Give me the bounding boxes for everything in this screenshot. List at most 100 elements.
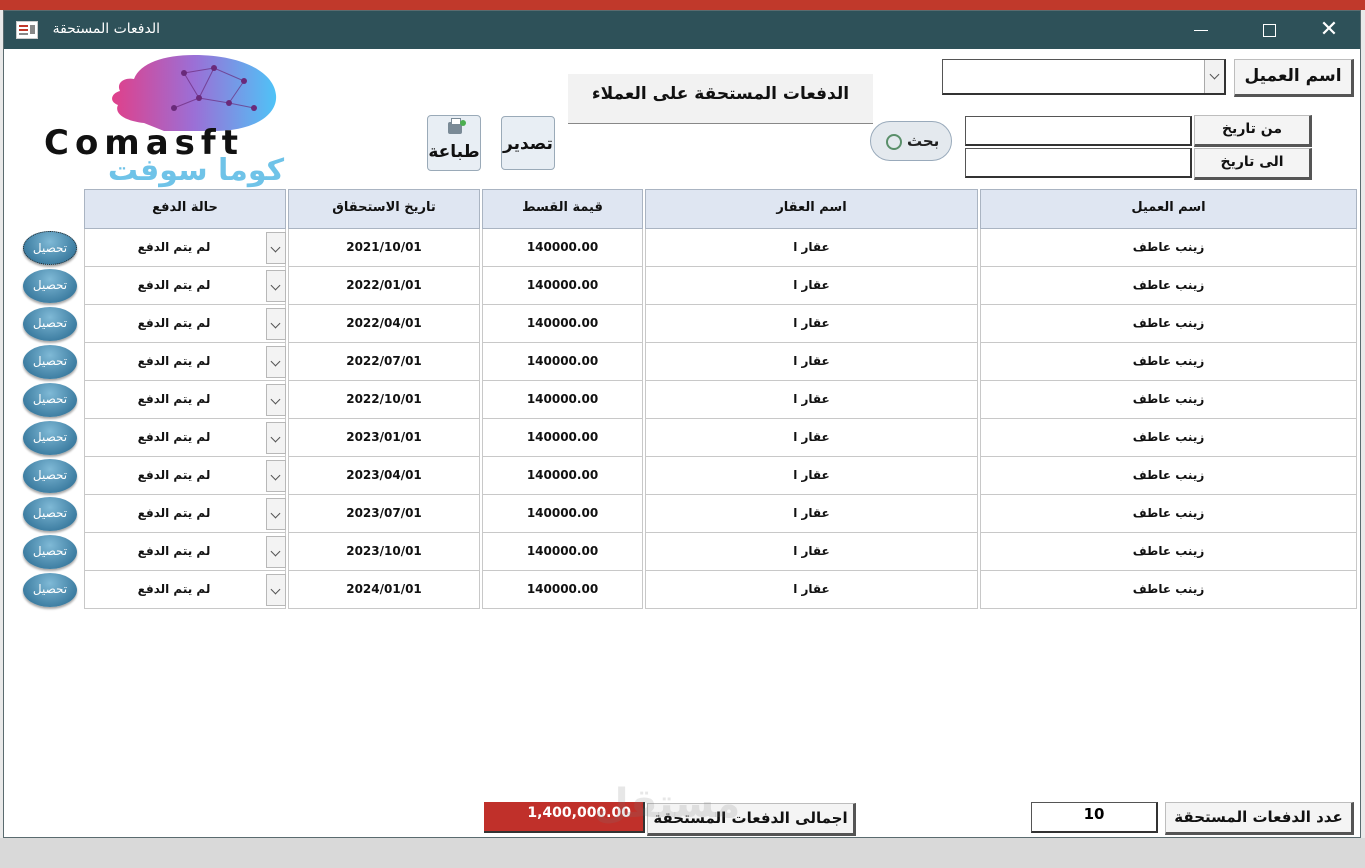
payment-status-combobox[interactable]: لم يتم الدفع [84, 229, 286, 267]
print-button-label: طباعة [428, 142, 480, 162]
payment-status-combobox[interactable]: لم يتم الدفع [84, 267, 286, 305]
table-row: زينب عاطف عقار ا 140000.00 2024/01/01 لم يتم… [84, 571, 1358, 609]
collect-button[interactable]: تحصيل [23, 307, 77, 341]
chevron-down-icon[interactable] [266, 574, 286, 606]
column-header-property: اسم العقار [645, 189, 978, 229]
title-bar[interactable]: الدفعات المستحقة ✕ [4, 11, 1360, 49]
collect-button[interactable]: تحصيل [23, 383, 77, 417]
cell-due-date: 2023/10/01 [288, 533, 480, 571]
cell-due-date: 2022/10/01 [288, 381, 480, 419]
collect-button[interactable]: تحصيل [23, 535, 77, 569]
cell-customer: زينب عاطف [980, 533, 1357, 571]
chevron-down-icon[interactable] [266, 384, 286, 416]
chevron-down-icon[interactable] [266, 232, 286, 264]
collect-button[interactable]: تحصيل [23, 573, 77, 607]
customer-combobox[interactable] [942, 59, 1226, 95]
chevron-down-icon[interactable] [266, 422, 286, 454]
customer-label: اسم العميل [1234, 59, 1354, 97]
from-date-input[interactable] [965, 116, 1192, 146]
payment-status-value: لم يتم الدفع [137, 354, 211, 368]
cell-customer: زينب عاطف [980, 343, 1357, 381]
chevron-down-icon[interactable] [266, 270, 286, 302]
cell-property: عقار ا [645, 533, 978, 571]
payment-status-combobox[interactable]: لم يتم الدفع [84, 419, 286, 457]
chevron-down-icon[interactable] [266, 346, 286, 378]
chevron-down-icon[interactable] [266, 498, 286, 530]
watermark: مستقل [594, 781, 741, 827]
logo-head-graphic [112, 55, 277, 131]
payment-status-combobox[interactable]: لم يتم الدفع [84, 381, 286, 419]
search-button-label: بحث [906, 132, 940, 150]
top-accent-strip [0, 0, 1365, 10]
payment-status-combobox[interactable]: لم يتم الدفع [84, 571, 286, 609]
table-row: زينب عاطف عقار ا 140000.00 2021/10/01 لم يتم… [84, 229, 1358, 267]
search-button[interactable]: بحث [870, 121, 952, 161]
printer-icon [448, 118, 466, 134]
table-row: زينب عاطف عقار ا 140000.00 2022/10/01 لم يتم… [84, 381, 1358, 419]
payment-status-combobox[interactable]: لم يتم الدفع [84, 495, 286, 533]
payment-status-value: لم يتم الدفع [137, 544, 211, 558]
export-button[interactable]: تصدير [501, 116, 555, 170]
collect-button[interactable]: تحصيل [23, 269, 77, 303]
cell-property: عقار ا [645, 419, 978, 457]
close-button[interactable]: ✕ [1300, 11, 1358, 49]
chevron-down-icon[interactable] [266, 460, 286, 492]
cell-property: عقار ا [645, 457, 978, 495]
cell-amount: 140000.00 [482, 457, 643, 495]
to-date-input[interactable] [965, 148, 1192, 178]
minimize-button[interactable] [1172, 11, 1230, 49]
cell-customer: زينب عاطف [980, 457, 1357, 495]
table-row: زينب عاطف عقار ا 140000.00 2022/01/01 لم يتم… [84, 267, 1358, 305]
cell-due-date: 2024/01/01 [288, 571, 480, 609]
print-button[interactable]: طباعة [427, 115, 481, 171]
cell-amount: 140000.00 [482, 419, 643, 457]
status-bar [0, 838, 1365, 868]
payment-status-value: لم يتم الدفع [137, 468, 211, 482]
from-date-label: من تاريخ [1194, 115, 1312, 147]
collect-button[interactable]: تحصيل [23, 345, 77, 379]
cell-amount: 140000.00 [482, 305, 643, 343]
cell-customer: زينب عاطف [980, 495, 1357, 533]
cell-customer: زينب عاطف [980, 229, 1357, 267]
cell-amount: 140000.00 [482, 381, 643, 419]
cell-customer: زينب عاطف [980, 267, 1357, 305]
cell-amount: 140000.00 [482, 343, 643, 381]
collect-button[interactable]: تحصيل [23, 231, 77, 265]
export-button-label: تصدير [503, 134, 553, 154]
chevron-down-icon[interactable] [266, 308, 286, 340]
table-row: زينب عاطف عقار ا 140000.00 2023/07/01 لم يتم… [84, 495, 1358, 533]
payment-status-value: لم يتم الدفع [137, 392, 211, 406]
chevron-down-icon[interactable] [1204, 60, 1224, 93]
payment-status-combobox[interactable]: لم يتم الدفع [84, 533, 286, 571]
collect-button[interactable]: تحصيل [23, 421, 77, 455]
form-window: الدفعات المستحقة ✕ Comasft كوما سوفت الد… [3, 10, 1361, 838]
collect-button[interactable]: تحصيل [23, 497, 77, 531]
table-row: زينب عاطف عقار ا 140000.00 2023/04/01 لم يتم… [84, 457, 1358, 495]
cell-due-date: 2022/07/01 [288, 343, 480, 381]
chevron-down-icon[interactable] [266, 536, 286, 568]
cell-due-date: 2023/01/01 [288, 419, 480, 457]
cell-amount: 140000.00 [482, 267, 643, 305]
cell-amount: 140000.00 [482, 495, 643, 533]
cell-customer: زينب عاطف [980, 419, 1357, 457]
column-header-amount: قيمة القسط [482, 189, 643, 229]
payment-status-combobox[interactable]: لم يتم الدفع [84, 457, 286, 495]
cell-property: عقار ا [645, 381, 978, 419]
cell-due-date: 2021/10/01 [288, 229, 480, 267]
cell-property: عقار ا [645, 495, 978, 533]
cell-amount: 140000.00 [482, 571, 643, 609]
payment-status-value: لم يتم الدفع [137, 430, 211, 444]
cell-amount: 140000.00 [482, 229, 643, 267]
table-row: زينب عاطف عقار ا 140000.00 2023/01/01 لم يتم… [84, 419, 1358, 457]
payment-status-value: لم يتم الدفع [137, 240, 211, 254]
collect-button[interactable]: تحصيل [23, 459, 77, 493]
cell-due-date: 2023/07/01 [288, 495, 480, 533]
cell-customer: زينب عاطف [980, 571, 1357, 609]
table-row: زينب عاطف عقار ا 140000.00 2022/04/01 لم يتم… [84, 305, 1358, 343]
payment-status-combobox[interactable]: لم يتم الدفع [84, 305, 286, 343]
payment-status-combobox[interactable]: لم يتم الدفع [84, 343, 286, 381]
maximize-button[interactable] [1240, 11, 1298, 49]
cell-customer: زينب عاطف [980, 381, 1357, 419]
cell-due-date: 2023/04/01 [288, 457, 480, 495]
window-title: الدفعات المستحقة [52, 21, 160, 37]
